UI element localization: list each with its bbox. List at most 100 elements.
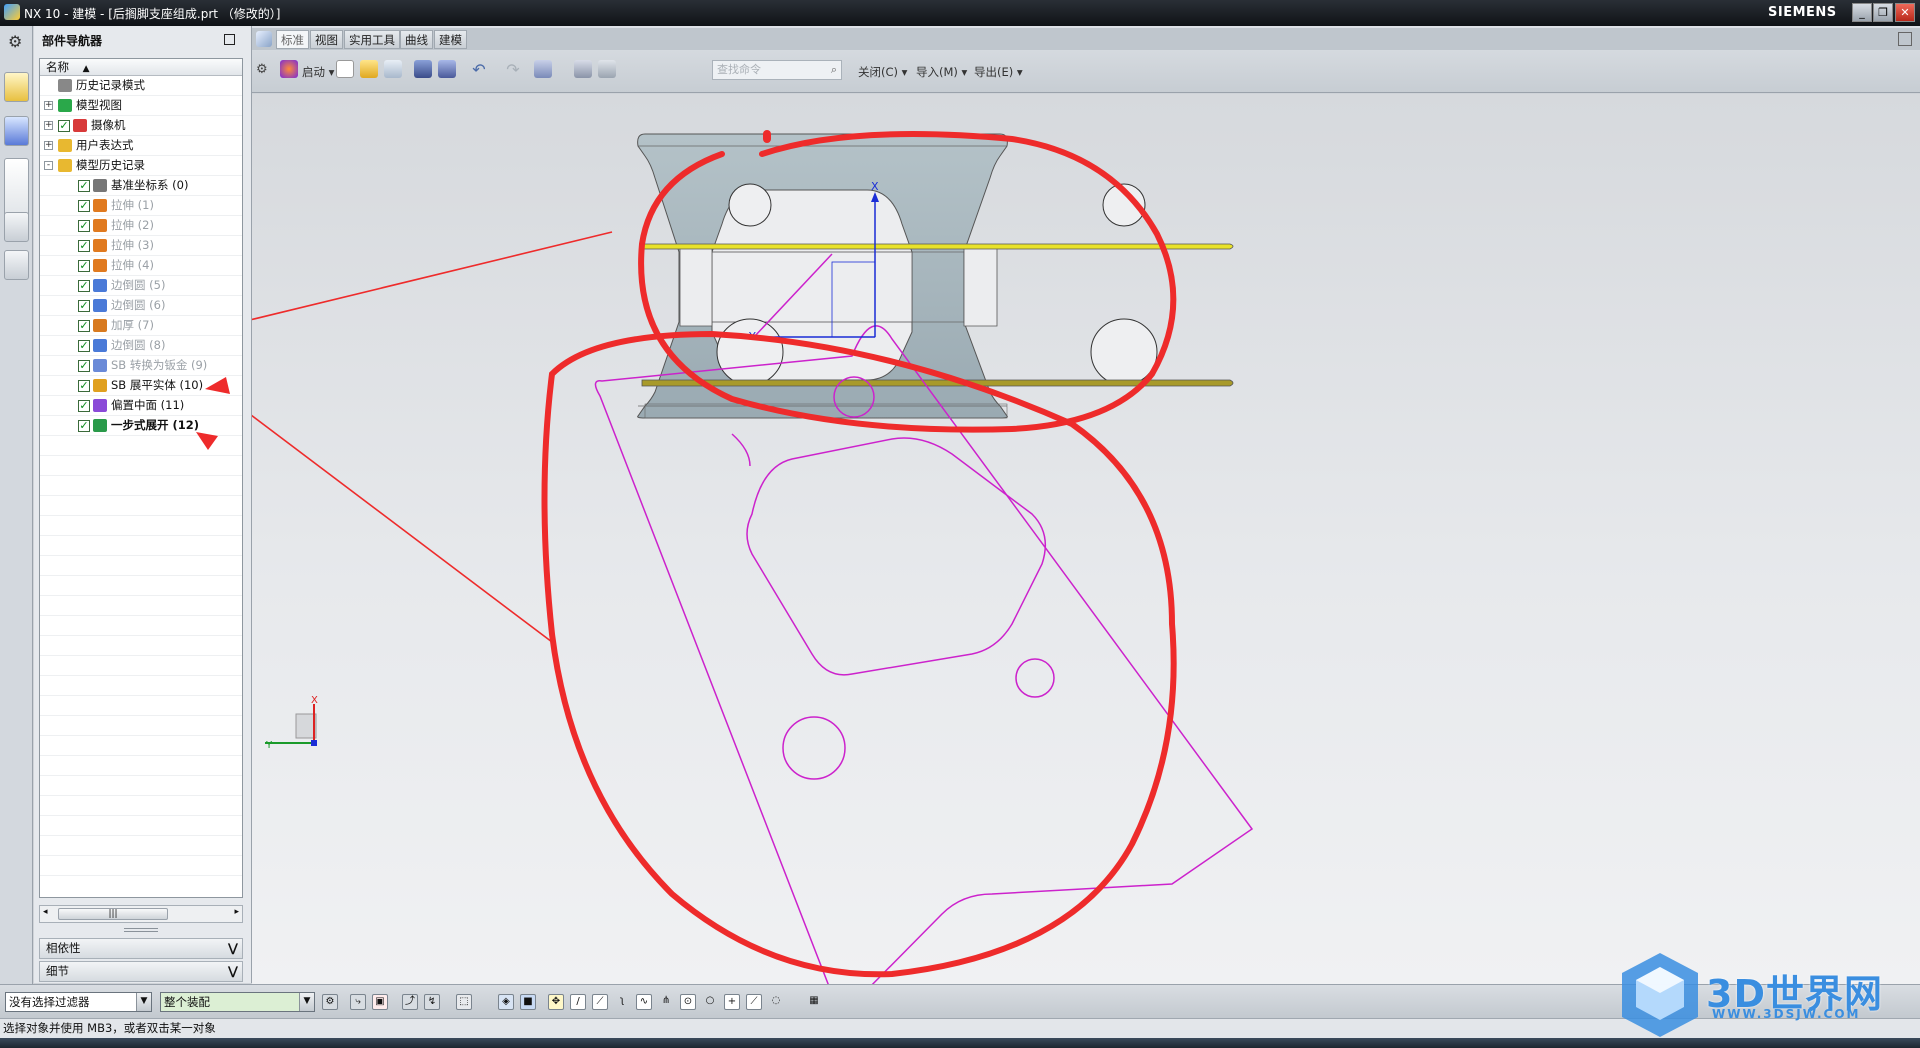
collapse-icon[interactable]: - (44, 161, 53, 170)
expand-icon[interactable]: + (44, 121, 53, 130)
tree-node[interactable]: ✓ 一步式展开 (12) (40, 416, 242, 436)
visibility-checkbox[interactable]: ✓ (78, 220, 90, 232)
unformed-blank-curves[interactable] (594, 325, 1254, 1007)
start-icon[interactable] (280, 60, 298, 78)
tree-node[interactable]: ✓ SB 转换为钣金 (9) (40, 356, 242, 376)
tree-node[interactable]: ✓ 拉伸 (1) (40, 196, 242, 216)
details-panel[interactable]: 细节 ⋁ (39, 961, 243, 982)
snap-point-on-surface-icon[interactable]: ◌ (768, 994, 784, 1010)
chevron-down-icon[interactable]: ▼ (136, 993, 151, 1011)
tree-node[interactable]: + ✓ 摄像机 (40, 116, 242, 136)
export-menu[interactable]: 导出(E) ▾ (974, 64, 1023, 80)
reuse-library-tab-icon[interactable] (4, 250, 29, 280)
select-all-icon[interactable]: ↯ (424, 994, 440, 1010)
tree-node[interactable]: + 模型视图 (40, 96, 242, 116)
snap-endpoint-icon[interactable]: / (570, 994, 586, 1010)
snap-bounded-grid-icon[interactable]: ▦ (806, 994, 822, 1010)
close-button[interactable]: ✕ (1895, 3, 1915, 22)
constraint-navigator-tab-icon[interactable] (4, 116, 29, 146)
tree-node[interactable]: 历史记录模式 (40, 76, 242, 96)
column-header-name[interactable]: 名称 ▲ (40, 59, 242, 76)
solid-view-icon[interactable]: ■ (520, 994, 536, 1010)
tree-node[interactable]: ✓ 偏置中面 (11) (40, 396, 242, 416)
command-finder-input[interactable]: 查找命令 ⌕ (712, 60, 842, 80)
chevron-down-icon[interactable]: ▼ (299, 993, 314, 1011)
tab-modeling[interactable]: 建模 (434, 30, 467, 49)
deselect-icon[interactable]: ⤴ (402, 994, 418, 1010)
restore-button[interactable]: ❐ (1873, 3, 1893, 22)
snap-intersection-icon[interactable]: ⋔ (658, 994, 674, 1010)
dependencies-panel[interactable]: 相依性 ⋁ (39, 938, 243, 959)
maximize-panel-icon[interactable] (224, 34, 235, 45)
visibility-checkbox[interactable]: ✓ (78, 340, 90, 352)
model-canvas[interactable]: X Y X Y (181, 94, 1920, 1007)
scroll-left-icon[interactable]: ◂ (43, 907, 48, 917)
snap-existing-point-icon[interactable]: + (724, 994, 740, 1010)
panel-splitter[interactable] (124, 928, 158, 932)
visibility-checkbox[interactable]: ✓ (78, 240, 90, 252)
tree-node[interactable]: ✓ 边倒圆 (5) (40, 276, 242, 296)
toolbar-options-icon[interactable] (256, 31, 272, 47)
visibility-checkbox[interactable]: ✓ (78, 260, 90, 272)
ribbon-collapse-icon[interactable] (1898, 32, 1912, 46)
new-file-icon[interactable] (336, 60, 354, 78)
open-folder-icon[interactable] (360, 60, 378, 78)
chevron-down-icon[interactable]: ⋁ (228, 962, 238, 981)
settings-gear-icon[interactable]: ⚙ (8, 32, 22, 51)
snap-midpoint-icon[interactable]: ⟋ (592, 994, 608, 1010)
tree-node[interactable]: + 用户表达式 (40, 136, 242, 156)
tree-node[interactable]: ✓ 加厚 (7) (40, 316, 242, 336)
tree-node[interactable]: ✓ 拉伸 (4) (40, 256, 242, 276)
snap-arc-center-icon[interactable]: ⊙ (680, 994, 696, 1010)
assembly-navigator-tab-icon[interactable] (4, 72, 29, 102)
snap-point-enable-icon[interactable]: ✥ (548, 994, 564, 1010)
touch-mode-icon[interactable] (574, 60, 592, 78)
visibility-checkbox[interactable]: ✓ (78, 420, 90, 432)
rectangle-select-icon[interactable]: ⬚ (456, 994, 472, 1010)
visibility-checkbox[interactable]: ✓ (78, 400, 90, 412)
visibility-checkbox[interactable]: ✓ (78, 320, 90, 332)
search-icon[interactable]: ⌕ (831, 61, 837, 79)
start-menu[interactable]: 启动 ▾ (302, 64, 334, 80)
scroll-right-icon[interactable]: ▸ (234, 907, 239, 917)
tree-node[interactable]: - 模型历史记录 (40, 156, 242, 176)
snap-curve-point-icon[interactable]: ∿ (636, 994, 652, 1010)
toolbar-gear-icon[interactable]: ⚙ (256, 62, 268, 77)
navigator-tree[interactable]: 名称 ▲ 历史记录模式 + 模型视图 + ✓ 摄像机 + 用户表达式 - 模型历史记录 ✓ 基准坐标系… (39, 58, 243, 898)
chevron-down-icon[interactable]: ⋁ (228, 939, 238, 958)
select-feature-icon[interactable]: ⤷ (350, 994, 366, 1010)
selection-priority-icon[interactable]: ▣ (372, 994, 388, 1010)
tab-curve[interactable]: 曲线 (400, 30, 433, 49)
minimize-button[interactable]: _ (1852, 3, 1872, 22)
save-icon[interactable] (414, 60, 432, 78)
visibility-checkbox[interactable]: ✓ (78, 280, 90, 292)
visibility-checkbox[interactable]: ✓ (78, 200, 90, 212)
visibility-checkbox[interactable]: ✓ (78, 380, 90, 392)
expand-icon[interactable]: + (44, 101, 53, 110)
tab-view[interactable]: 视图 (310, 30, 343, 49)
graphics-window[interactable]: X Y X Y (181, 94, 1920, 1007)
part-navigator-tab-icon[interactable] (4, 158, 29, 220)
snap-quadrant-icon[interactable]: ○ (702, 994, 718, 1010)
import-menu[interactable]: 导入(M) ▾ (916, 64, 967, 80)
save-as-icon[interactable] (438, 60, 456, 78)
visibility-checkbox[interactable]: ✓ (78, 300, 90, 312)
tree-horizontal-scrollbar[interactable]: ◂ ||| ▸ (39, 905, 243, 923)
expand-icon[interactable]: + (44, 141, 53, 150)
recent-parts-icon[interactable] (384, 60, 402, 78)
repeat-command-icon[interactable] (534, 60, 552, 78)
undo-icon[interactable]: ↶ (470, 60, 488, 79)
snap-point-on-curve-icon[interactable]: ⟋ (746, 994, 762, 1010)
selection-filter-dropdown[interactable]: 没有选择过滤器 ▼ (5, 992, 152, 1012)
snap-control-point-icon[interactable]: ʅ (614, 994, 630, 1010)
visibility-checkbox[interactable]: ✓ (58, 120, 70, 132)
tree-node[interactable]: ✓ 拉伸 (2) (40, 216, 242, 236)
tree-node[interactable]: ✓ 边倒圆 (8) (40, 336, 242, 356)
tab-utilities[interactable]: 实用工具 (344, 30, 400, 49)
tree-node[interactable]: ✓ 边倒圆 (6) (40, 296, 242, 316)
selection-options-icon[interactable]: ⚙ (322, 994, 338, 1010)
close-menu[interactable]: 关闭(C) ▾ (858, 64, 907, 80)
tree-node[interactable]: ✓ SB 展平实体 (10) (40, 376, 242, 396)
tab-standard[interactable]: 标准 (276, 30, 309, 49)
scroll-thumb[interactable]: ||| (58, 908, 168, 920)
